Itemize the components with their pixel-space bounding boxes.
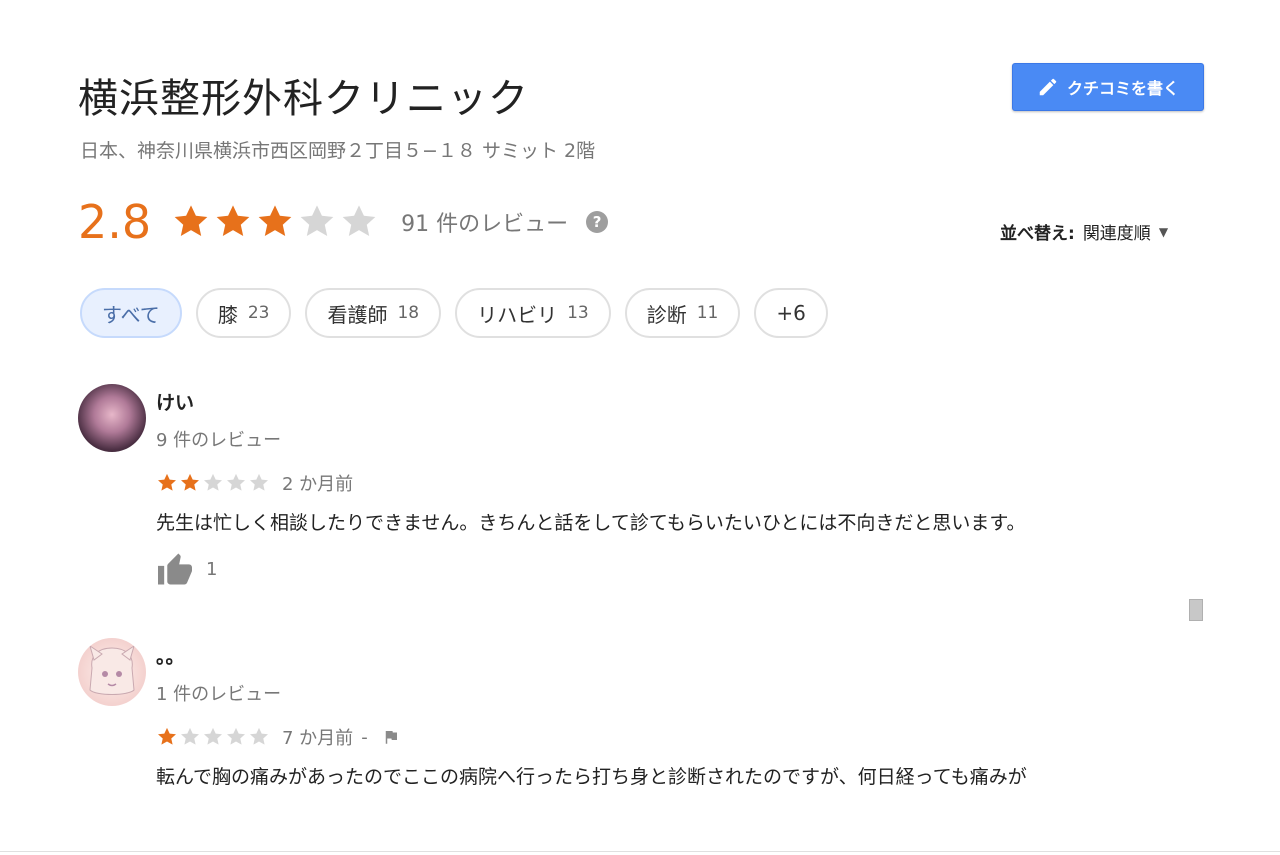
reviewer-review-count: 9 件のレビュー	[156, 430, 282, 451]
thumbs-up-icon[interactable]	[156, 552, 194, 586]
star-filled-icon	[181, 473, 199, 491]
filter-chip-count: 23	[247, 303, 270, 323]
like-count: 1	[206, 558, 218, 580]
chevron-down-icon: ▼	[1158, 224, 1169, 239]
sort-dropdown[interactable]: 並べ替え: 関連度順 ▼	[1000, 219, 1168, 244]
filter-chip-label: 看護師	[327, 302, 388, 327]
star-empty-icon	[227, 727, 245, 745]
sort-label: 並べ替え:	[1000, 224, 1075, 244]
scrollbar-thumb[interactable]	[1189, 599, 1203, 621]
filter-chip-label: +6	[776, 301, 806, 325]
filter-chip-count: 11	[696, 303, 719, 323]
reviewer-name[interactable]: けい	[156, 388, 194, 415]
review-time: 2 か月前	[282, 474, 354, 495]
filter-chip-count: 18	[397, 303, 420, 323]
average-rating: 2.8	[78, 195, 152, 249]
flag-icon[interactable]	[382, 728, 400, 746]
reviewer-review-count: 1 件のレビュー	[156, 684, 282, 705]
rating-summary: 2.8 91 件のレビュー ?	[78, 190, 609, 254]
filter-chip-rehab[interactable]: リハビリ 13	[455, 288, 611, 338]
filter-chip-label: すべて	[102, 302, 160, 327]
filter-chip-more[interactable]: +6	[754, 288, 828, 338]
filter-chip-label: リハビリ	[477, 302, 558, 327]
avatar-image	[89, 644, 135, 695]
review-text: 先生は忙しく相談したりできません。きちんと話をして診てもらいたいひとには不向きだ…	[156, 512, 1026, 534]
star-filled-icon	[158, 473, 176, 491]
review-text: 転んで胸の痛みがあったのでここの病院へ行ったら打ち身と診断されたのですが、何日経…	[156, 766, 1027, 788]
place-title: 横浜整形外科クリニック	[78, 76, 529, 122]
star-filled-icon	[158, 727, 176, 745]
write-review-button[interactable]: クチコミを書く	[1012, 63, 1204, 111]
star-filled-icon	[258, 205, 292, 236]
filter-chip-label: 診断	[646, 302, 687, 327]
star-empty-icon	[300, 205, 334, 236]
star-empty-icon	[342, 205, 376, 236]
help-icon[interactable]: ?	[586, 211, 609, 233]
star-filled-icon	[216, 205, 250, 236]
filter-chip-all[interactable]: すべて	[80, 288, 182, 338]
total-review-count[interactable]: 91 件のレビュー	[401, 206, 568, 238]
place-address: 日本、神奈川県横浜市西区岡野２丁目５−１８ サミット 2階	[80, 140, 596, 162]
filter-chip-knee[interactable]: 膝 23	[195, 288, 292, 338]
review-stars	[156, 472, 270, 494]
avatar[interactable]	[78, 638, 146, 706]
bottom-divider	[0, 851, 1280, 852]
write-review-label: クチコミを書く	[1066, 79, 1179, 98]
filter-chip-count: 13	[567, 303, 589, 323]
star-empty-icon	[250, 473, 268, 491]
star-empty-icon	[204, 473, 222, 491]
star-filled-icon	[174, 205, 208, 236]
filter-chip-nurse[interactable]: 看護師 18	[305, 288, 442, 338]
meta-separator: -	[361, 726, 368, 748]
star-empty-icon	[204, 727, 222, 745]
filter-chip-label: 膝	[217, 302, 238, 327]
star-empty-icon	[227, 473, 245, 491]
reviewer-name[interactable]: 。。	[156, 642, 185, 669]
filter-chips: すべて 膝 23 看護師 18 リハビリ 13 診断 11 +6	[80, 288, 828, 338]
sort-value: 関連度順	[1082, 224, 1151, 244]
star-empty-icon	[181, 727, 199, 745]
filter-chip-diagnosis[interactable]: 診断 11	[624, 288, 741, 338]
pencil-icon	[1039, 78, 1057, 96]
rating-stars	[171, 202, 379, 242]
star-empty-icon	[250, 727, 268, 745]
review-stars	[156, 726, 270, 748]
avatar[interactable]	[78, 384, 146, 452]
review-time: 7 か月前	[282, 728, 354, 749]
